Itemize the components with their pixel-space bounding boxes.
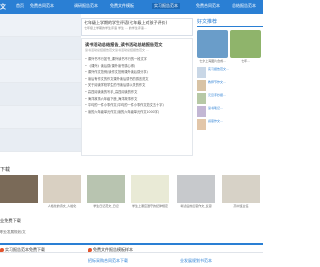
- fire-icon: [0, 248, 4, 252]
- featured-card-sub: 读书活动总结报告范文读书活动总结报告范文 ...: [85, 48, 149, 52]
- free-download-title: 业免费下载: [0, 218, 21, 223]
- item-title[interactable]: 元旦手抄报...: [208, 93, 226, 105]
- download-thumbnail: [0, 175, 38, 203]
- list-item[interactable]: 读后有作文的作文课外读后感书的感言范文: [85, 76, 189, 83]
- download-caption[interactable]: 人格化的诗文_人格化: [43, 204, 81, 208]
- recommend-thumb[interactable]: [230, 30, 261, 58]
- download-thumbnail: [87, 175, 125, 203]
- item-title[interactable]: 读书笔记...: [208, 106, 223, 118]
- featured-card: 读书活动总结报告_读书活动总结报告范文 读书活动总结报告范文读书活动总结报告范文…: [81, 38, 193, 156]
- recommend-title: 好文推荐: [197, 18, 263, 27]
- nav-item-summary[interactable]: 总结报告范本: [232, 3, 256, 9]
- download-caption[interactable]: 学生上课应遵守的纪律规定: [131, 204, 169, 208]
- banner-stripe: [0, 106, 81, 129]
- nav-item-home[interactable]: 首页: [16, 3, 24, 9]
- item-title[interactable]: 感恩作文...: [208, 119, 223, 131]
- top-navigation: 文 首页 免费合同范本 调研报告范本 免费文件模板 实习报告范本 免费合同范本 …: [0, 0, 263, 14]
- banner-stripe: [0, 37, 81, 60]
- item-thumbnail: [197, 93, 206, 104]
- fire-icon: [88, 248, 92, 252]
- bottom-tab-label[interactable]: 实习报告范本免费下载: [5, 247, 45, 252]
- nav-item-contracts-2[interactable]: 免费合同范本: [196, 3, 220, 9]
- recommend-thumbs: [197, 30, 263, 58]
- free-download-sub[interactable]: 职业发展规划/文: [0, 230, 263, 235]
- bottom-tab[interactable]: 免费文件报告模板样本: [88, 247, 133, 253]
- nav-item-internship[interactable]: 实习报告范本: [152, 3, 180, 9]
- download-caption[interactable]: 学生日记范文_日记: [87, 204, 125, 208]
- download-item[interactable]: 学生日记范文_日记: [87, 175, 125, 210]
- download-strip: 人格化的诗文_人格化 学生日记范文_日记 学生上课应遵守的纪律规定 考试后的反思…: [0, 175, 263, 210]
- thumb-caption[interactable]: 七年...: [230, 59, 261, 63]
- banner-stripe: [0, 60, 81, 83]
- banner-stripe: [0, 83, 81, 106]
- download-item[interactable]: [0, 175, 38, 210]
- recommend-captions: 七夕上海图片合成... 七年...: [197, 58, 263, 63]
- featured-head[interactable]: 七年级上学期的学生评语(七年级上对孩子评价) 七年级上学期的学生评语 学生 ..…: [81, 18, 193, 36]
- item-thumbnail: [197, 119, 206, 130]
- download-section-title: 下载: [0, 167, 11, 173]
- item-thumbnail: [197, 67, 206, 78]
- list-item[interactable]: 课外书不行如书_课外读书不行的一段文字: [85, 56, 189, 63]
- list-item[interactable]: 关于阅读学校学生的书读后感以关的作文: [85, 82, 189, 89]
- list-item[interactable]: 读的六年级单元作文(读的六年级单元作文1000字): [85, 109, 189, 116]
- recommend-list-item[interactable]: 实习报告范文...: [197, 67, 263, 79]
- recommend-list: 实习报告范文... 教师节作文... 元旦手抄报... 读书笔记... 感恩作文…: [197, 67, 263, 131]
- recommend-panel: 好文推荐 七夕上海图片合成... 七年... 实习报告范文... 教师节作文..…: [197, 18, 263, 132]
- download-item[interactable]: 高中班主任: [222, 175, 260, 210]
- item-thumbnail: [197, 80, 206, 91]
- nav-item-research[interactable]: 调研报告范本: [74, 3, 98, 9]
- site-logo[interactable]: 文: [0, 2, 6, 11]
- bottom-link[interactable]: 招标采购合同范本下载: [88, 258, 128, 264]
- item-thumbnail: [197, 106, 206, 117]
- nav-item-templates[interactable]: 免费文件模板: [110, 3, 134, 9]
- nav-item-contracts[interactable]: 免费合同范本: [30, 3, 54, 9]
- recommend-list-item[interactable]: 教师节作文...: [197, 80, 263, 92]
- recommend-thumb[interactable]: [197, 30, 228, 58]
- left-banner: [0, 14, 81, 152]
- download-item[interactable]: 学生上课应遵守的纪律规定: [131, 175, 169, 210]
- bottom-tab-bar: 实习报告范本免费下载 免费文件报告模板样本: [0, 243, 263, 253]
- recommend-list-item[interactable]: 元旦手抄报...: [197, 93, 263, 105]
- download-thumbnail: [177, 175, 215, 203]
- recommend-list-item[interactable]: 读书笔记...: [197, 106, 263, 118]
- recommend-list-item[interactable]: 感恩作文...: [197, 119, 263, 131]
- banner-stripe: [0, 14, 81, 37]
- list-item[interactable]: 高四阅读读的写手_高四阅读的作文: [85, 89, 189, 96]
- featured-list: 课外书不行如书_课外读书不行的一段文字 《课外》读后感(课外读书感心得) 课外作…: [85, 56, 189, 115]
- download-thumbnail: [222, 175, 260, 203]
- bottom-tab[interactable]: 实习报告范本免费下载: [0, 247, 45, 253]
- banner-stripe: [0, 129, 81, 152]
- item-title[interactable]: 教师节作文...: [208, 80, 226, 92]
- list-item[interactable]: 《课外》读后感(课外读书感心得): [85, 63, 189, 70]
- thumb-caption[interactable]: 七夕上海图片合成...: [197, 59, 228, 63]
- download-thumbnail: [131, 175, 169, 203]
- download-thumbnail: [43, 175, 81, 203]
- free-download-block: 业免费下载 职业发展规划/文: [0, 218, 263, 235]
- download-item[interactable]: 人格化的诗文_人格化: [43, 175, 81, 210]
- bottom-link[interactable]: 业发展规划书范本: [180, 258, 212, 264]
- bottom-tab-label[interactable]: 免费文件报告模板样本: [93, 247, 133, 252]
- list-item[interactable]: 课外作文范例(读作文范例课外读后感分享): [85, 69, 189, 76]
- item-title[interactable]: 实习报告范文...: [208, 67, 229, 79]
- featured-head-sub: 七年级上学期的学生评语 学生 ... 的学生评语...: [84, 26, 147, 30]
- download-caption[interactable]: 考试后的反思作文_反思: [177, 204, 215, 208]
- download-caption[interactable]: 高中班主任: [222, 204, 260, 208]
- featured-article: 七年级上学期的学生评语(七年级上对孩子评价) 七年级上学期的学生评语 学生 ..…: [81, 18, 193, 158]
- list-item[interactable]: 海洋故事六年级下册_海洋故事作文: [85, 96, 189, 103]
- download-item[interactable]: 考试后的反思作文_反思: [177, 175, 215, 210]
- list-item[interactable]: 平均的一件小事作文(平均的一件小事作文范文五十字): [85, 102, 189, 109]
